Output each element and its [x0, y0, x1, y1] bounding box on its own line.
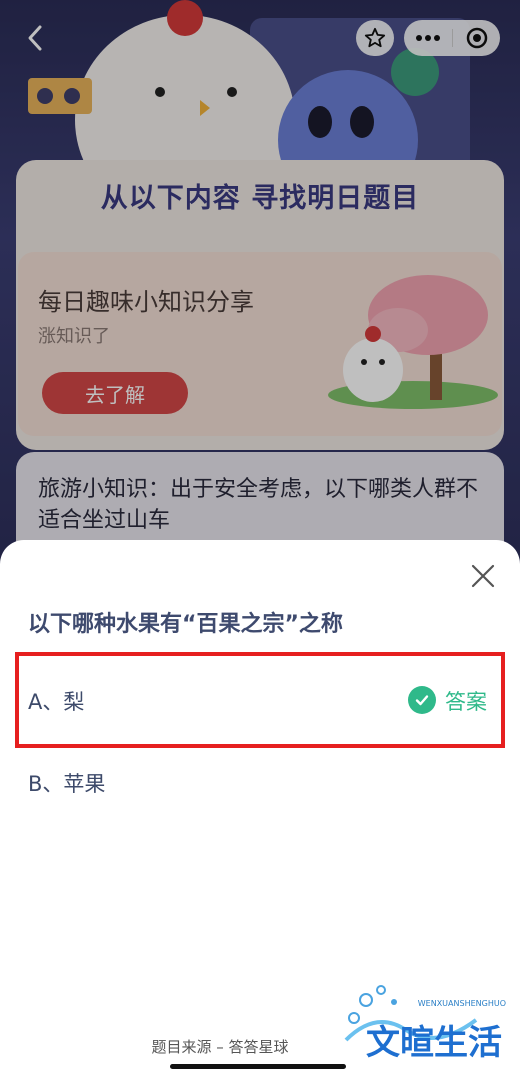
source-label: 题目来源 – 答答星球 [151, 1038, 289, 1056]
option-a-label[interactable]: A、梨 [28, 686, 84, 716]
check-circle-icon [408, 686, 436, 714]
close-icon [471, 564, 495, 588]
home-indicator [170, 1064, 346, 1069]
watermark-subtext: WENXUANSHENGHUO [418, 999, 506, 1008]
close-button[interactable] [470, 563, 496, 589]
option-b-label[interactable]: B、苹果 [28, 768, 105, 798]
answer-label: 答案 [445, 690, 487, 714]
watermark-text: 文暄生活 [366, 1023, 502, 1063]
watermark-logo: WENXUANSHENGHUO 文暄生活 [344, 985, 506, 1063]
question-text: 以下哪种水果有“百果之宗”之称 [28, 612, 343, 637]
